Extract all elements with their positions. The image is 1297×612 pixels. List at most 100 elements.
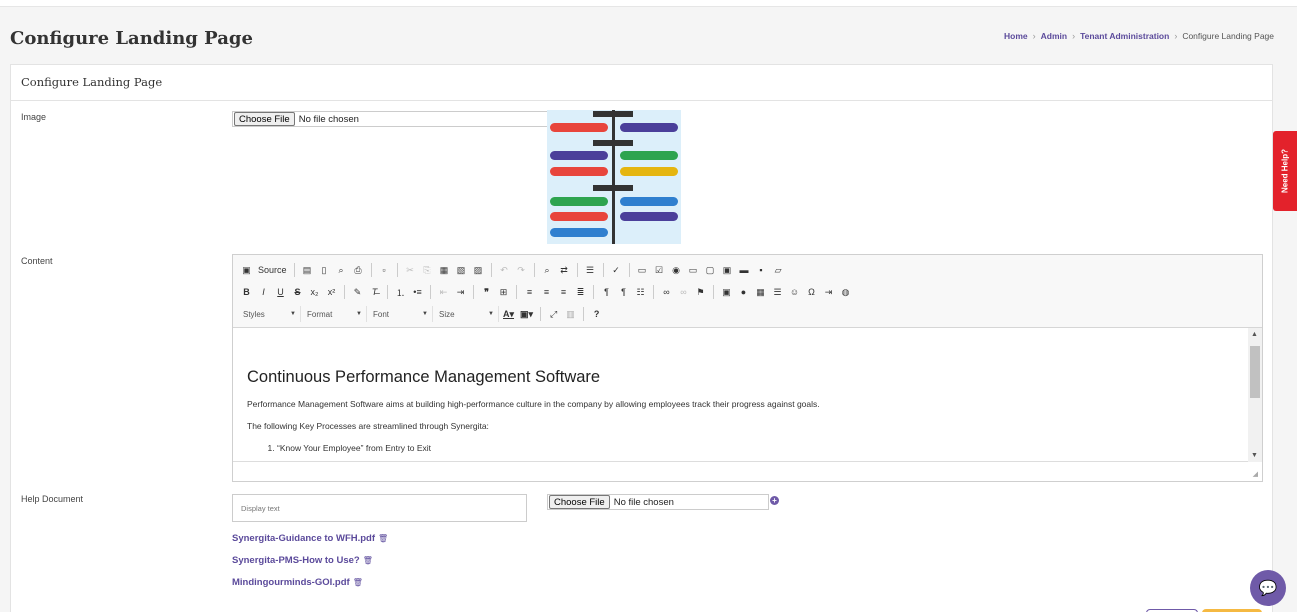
select-all-icon[interactable]: ☰ (583, 262, 598, 278)
smiley-icon[interactable]: ☺ (787, 284, 802, 300)
image-file-input[interactable]: Choose File No file chosen (232, 111, 549, 127)
add-document-icon[interactable]: + (770, 496, 779, 505)
italic-icon[interactable]: I (256, 284, 271, 300)
subscript-icon[interactable]: x₂ (307, 284, 322, 300)
hidden-field-icon[interactable]: ▱ (771, 262, 786, 278)
source-button[interactable]: Source (256, 262, 289, 278)
align-left-icon[interactable]: ≡ (522, 284, 537, 300)
source-icon[interactable]: ▣ (239, 262, 254, 278)
toolbar-separator (576, 263, 578, 277)
text-rtl-icon[interactable]: ¶ (616, 284, 631, 300)
help-icon[interactable]: ? (589, 306, 604, 322)
select-field-icon[interactable]: ▣ (720, 262, 735, 278)
image-file-status: No file chosen (298, 113, 359, 125)
language-icon[interactable]: ☷ (633, 284, 648, 300)
scroll-down-icon[interactable]: ▼ (1251, 452, 1258, 459)
replace-icon[interactable]: ⇄ (557, 262, 572, 278)
trash-icon[interactable]: 🗑 (363, 556, 373, 565)
bold-icon[interactable]: B (239, 284, 254, 300)
new-page-icon[interactable]: ▯ (317, 262, 332, 278)
scrollbar-thumb[interactable] (1250, 346, 1260, 398)
redo-icon[interactable]: ↷ (514, 262, 529, 278)
cut-icon[interactable]: ✂ (403, 262, 418, 278)
document-link[interactable]: Mindingourminds-GOI.pdf (232, 577, 350, 588)
paste-icon[interactable]: ▦ (437, 262, 452, 278)
table-icon[interactable]: ▦ (753, 284, 768, 300)
align-center-icon[interactable]: ≡ (539, 284, 554, 300)
image-button-icon[interactable]: ▪ (754, 262, 769, 278)
show-blocks-icon[interactable]: ▥ (563, 306, 578, 322)
text-ltr-icon[interactable]: ¶ (599, 284, 614, 300)
flash-icon[interactable]: ● (736, 284, 751, 300)
content-heading: Continuous Performance Management Softwa… (247, 368, 601, 386)
image-icon[interactable]: ▣ (719, 284, 734, 300)
form-icon[interactable]: ▭ (635, 262, 650, 278)
toolbar-separator (430, 285, 431, 299)
text-field-icon[interactable]: ▭ (686, 262, 701, 278)
text-color-icon[interactable]: A▾ (501, 306, 516, 322)
textarea-icon[interactable]: ▢ (703, 262, 718, 278)
format-dropdown[interactable]: Format ▼ (303, 306, 367, 322)
outdent-icon[interactable]: ⇤ (436, 284, 451, 300)
help-doc-choose-file-button[interactable]: Choose File (549, 495, 610, 509)
div-container-icon[interactable]: ⊞ (496, 284, 511, 300)
undo-icon[interactable]: ↶ (497, 262, 512, 278)
superscript-icon[interactable]: x² (324, 284, 339, 300)
preview-icon[interactable]: ⌕ (334, 262, 349, 278)
toolbar-separator (490, 263, 492, 277)
font-dropdown[interactable]: Font ▼ (369, 306, 433, 322)
bulleted-list-icon[interactable]: •≡ (410, 284, 425, 300)
remove-format-icon[interactable]: T̶ (367, 284, 382, 300)
anchor-icon[interactable]: ⚑ (693, 284, 708, 300)
trash-icon[interactable]: 🗑 (378, 534, 388, 543)
document-link[interactable]: Synergita-Guidance to WFH.pdf (232, 533, 375, 544)
iframe-icon[interactable]: ◍ (838, 284, 853, 300)
copy-format-icon[interactable]: ✎ (350, 284, 365, 300)
chevron-right-icon: › (1174, 31, 1178, 41)
background-color-icon[interactable]: ▣▾ (518, 306, 535, 322)
editor-content-area[interactable]: Continuous Performance Management Softwa… (233, 328, 1250, 462)
resize-handle-icon[interactable]: ◢ (1253, 470, 1258, 478)
editor-scrollbar[interactable]: ▲ ▼ (1248, 328, 1262, 462)
find-icon[interactable]: ⌕ (540, 262, 555, 278)
special-char-icon[interactable]: Ω (804, 284, 819, 300)
strikethrough-icon[interactable]: S (290, 284, 305, 300)
unlink-icon[interactable]: ∞ (676, 284, 691, 300)
content-paragraph-2: The following Key Processes are streamli… (247, 421, 489, 431)
size-dropdown[interactable]: Size ▼ (435, 306, 499, 322)
breadcrumb-home[interactable]: Home (1004, 31, 1028, 41)
help-doc-file-input[interactable]: Choose File No file chosen (547, 494, 769, 510)
maximize-icon[interactable]: ⤢ (546, 306, 561, 322)
horizontal-line-icon[interactable]: ☰ (770, 284, 785, 300)
templates-icon[interactable]: ▫ (377, 262, 392, 278)
paste-word-icon[interactable]: ▨ (471, 262, 486, 278)
trash-icon[interactable]: 🗑 (353, 578, 363, 587)
spellcheck-icon[interactable]: ✓ (609, 262, 624, 278)
print-icon[interactable]: ⎙ (351, 262, 366, 278)
breadcrumb-tenant-administration[interactable]: Tenant Administration (1080, 31, 1169, 41)
document-link[interactable]: Synergita-PMS-How to Use? (232, 555, 360, 566)
indent-icon[interactable]: ⇥ (453, 284, 468, 300)
need-help-tab[interactable]: Need Help? (1273, 131, 1297, 211)
scroll-up-icon[interactable]: ▲ (1251, 331, 1258, 338)
display-text-input[interactable] (232, 494, 527, 522)
align-justify-icon[interactable]: ≣ (573, 284, 588, 300)
link-icon[interactable]: ∞ (659, 284, 674, 300)
paste-text-icon[interactable]: ▧ (454, 262, 469, 278)
toolbar-separator (583, 307, 585, 321)
page-break-icon[interactable]: ⇥ (821, 284, 836, 300)
help-doc-file-status: No file chosen (613, 496, 674, 508)
copy-icon[interactable]: ⎘ (420, 262, 435, 278)
underline-icon[interactable]: U (273, 284, 288, 300)
numbered-list-icon[interactable]: ⒈ (393, 284, 408, 300)
styles-dropdown[interactable]: Styles ▼ (239, 306, 301, 322)
save-icon[interactable]: ▤ (300, 262, 315, 278)
image-choose-file-button[interactable]: Choose File (234, 112, 295, 126)
checkbox-icon[interactable]: ☑ (652, 262, 667, 278)
button-field-icon[interactable]: ▬ (737, 262, 752, 278)
breadcrumb-admin[interactable]: Admin (1041, 31, 1067, 41)
chat-button[interactable]: 💬 (1250, 570, 1286, 606)
align-right-icon[interactable]: ≡ (556, 284, 571, 300)
radio-icon[interactable]: ◉ (669, 262, 684, 278)
blockquote-icon[interactable]: ❞ (479, 284, 494, 300)
